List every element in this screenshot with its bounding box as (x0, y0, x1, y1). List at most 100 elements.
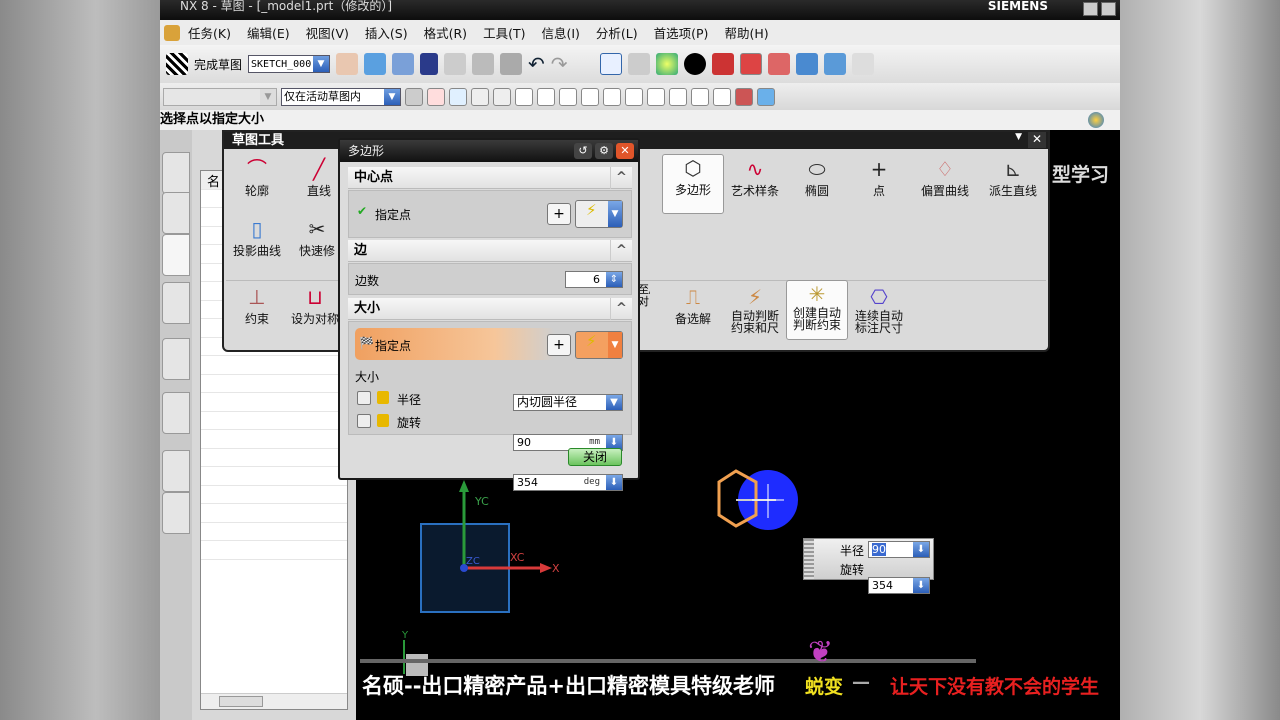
collapse-icon[interactable]: ^ (610, 240, 632, 262)
fit-view-icon[interactable] (599, 53, 622, 75)
type-filter-select[interactable]: ▼ (163, 87, 277, 106)
menu-help[interactable]: 帮助(H) (716, 23, 776, 42)
collapse-icon[interactable]: ^ (610, 167, 632, 189)
reattach-icon[interactable] (364, 53, 387, 75)
sketch-orient-icon[interactable] (336, 53, 359, 75)
finish-sketch-button[interactable]: 完成草图 (194, 56, 242, 73)
quadrant-icon[interactable] (669, 87, 687, 106)
tool-inferred-constraints-settings[interactable]: ⚡ 自动判断约束和尺 (724, 284, 786, 344)
app-menu-icon[interactable] (164, 24, 180, 41)
restore-button[interactable] (1101, 2, 1116, 16)
section-size[interactable]: 大小 ^ (348, 298, 632, 320)
save-icon[interactable] (420, 53, 439, 75)
section-center-point[interactable]: 中心点 ^ (348, 167, 632, 189)
tool-ellipse[interactable]: ⬭ 椭圆 (786, 156, 848, 216)
lasso-icon[interactable] (471, 87, 489, 106)
drag-handle[interactable] (804, 539, 814, 579)
select-icon[interactable] (449, 87, 467, 106)
tab-history[interactable] (162, 450, 190, 492)
point-on-curve-icon[interactable] (603, 87, 621, 106)
tool-profile[interactable]: ⌒ 轮廓 (226, 156, 288, 216)
graphics-window[interactable]: ❦ (356, 352, 1120, 720)
render-style-icon[interactable] (627, 53, 650, 75)
paste-icon[interactable] (500, 53, 523, 75)
control-point-icon[interactable] (537, 87, 555, 106)
tab-reuse-library[interactable] (162, 282, 190, 324)
wcs-icon[interactable] (795, 53, 818, 75)
tool-point[interactable]: + 点 (848, 156, 910, 216)
scope-filter-select[interactable]: 仅在活动草图内 ▼ (281, 87, 401, 106)
menu-edit[interactable]: 编辑(E) (239, 23, 298, 42)
tool-make-symmetric[interactable]: ⊔ 设为对称 (290, 284, 340, 344)
section-sides[interactable]: 边 ^ (348, 240, 632, 262)
reset-icon[interactable]: ↺ (574, 143, 592, 159)
wire-icon[interactable] (739, 53, 762, 75)
filter-icon[interactable] (405, 87, 423, 106)
cut-icon[interactable] (444, 53, 467, 75)
view-icon[interactable] (757, 87, 775, 106)
horizontal-scrollbar[interactable] (201, 693, 347, 709)
tool-offset-curve[interactable]: ♢ 偏置曲线 (910, 156, 980, 216)
scrollbar-thumb[interactable] (219, 696, 263, 707)
menu-insert[interactable]: 插入(S) (357, 23, 416, 42)
tool-polygon[interactable]: ⬡ 多边形 (662, 154, 724, 214)
menu-view[interactable]: 视图(V) (298, 23, 357, 42)
tab-part-navigator[interactable] (162, 234, 190, 276)
tool-constraints[interactable]: ⊥ 约束 (226, 284, 288, 344)
orient-view-icon[interactable] (683, 53, 706, 75)
minimize-button[interactable] (1083, 2, 1098, 16)
tab-roles[interactable] (162, 492, 190, 534)
redo-icon[interactable]: ↷ (551, 52, 568, 76)
sides-spinner[interactable]: 6 ⇕ (565, 271, 623, 288)
menu-analysis[interactable]: 分析(L) (588, 23, 646, 42)
menu-task[interactable]: 任务(K) (180, 23, 239, 42)
snap-all-icon[interactable] (515, 87, 533, 106)
close-icon[interactable]: ✕ (616, 143, 634, 159)
menu-format[interactable]: 格式(R) (416, 23, 475, 42)
measure-icon[interactable] (851, 53, 874, 75)
update-model-icon[interactable] (392, 53, 415, 75)
copy-icon[interactable] (472, 53, 495, 75)
close-icon[interactable]: ✕ (1028, 132, 1046, 148)
wcs-origin-icon[interactable] (823, 53, 846, 75)
tool-create-inferred-constraints[interactable]: ✳ 创建自动判断约束 (786, 280, 848, 340)
point-on-line-icon[interactable] (713, 87, 731, 106)
settings-gear-icon[interactable]: ⚙ (595, 143, 613, 159)
collapse-icon[interactable]: ^ (610, 298, 632, 320)
arrow-down-icon[interactable]: ⬇ (913, 542, 929, 557)
grid-icon[interactable] (735, 87, 753, 106)
menu-tools[interactable]: 工具(T) (475, 23, 533, 42)
point-dialog-button[interactable]: + (547, 203, 571, 225)
region-icon[interactable] (493, 87, 511, 106)
clip-icon[interactable] (767, 53, 790, 75)
palette-menu-icon[interactable]: ▼ (1015, 132, 1022, 142)
undo-icon[interactable]: ↶ (528, 52, 545, 76)
tab-constraint-navigator[interactable] (162, 192, 190, 234)
tab-hd3d[interactable] (162, 338, 190, 380)
finish-flag-icon[interactable] (166, 53, 188, 75)
mid-point-icon[interactable] (581, 87, 599, 106)
tool-alternate-solution[interactable]: ⎍ 备选解 (662, 284, 724, 344)
arc-center-icon[interactable] (647, 87, 665, 106)
dyn-radius-input[interactable]: 90 ⬇ (868, 541, 930, 558)
sketch-name-select[interactable]: SKETCH_000 ▼ (248, 55, 331, 73)
menu-preferences[interactable]: 首选项(P) (646, 23, 717, 42)
tool-derived-line[interactable]: ⊾ 派生直线 (982, 156, 1044, 216)
tab-assembly-navigator[interactable] (162, 152, 190, 194)
section-icon[interactable] (711, 53, 734, 75)
tool-quick-trim[interactable]: ✂ 快速修 (292, 216, 342, 276)
dyn-rotation-input[interactable]: 354 ⬇ (868, 577, 930, 594)
existing-point-icon[interactable] (691, 87, 709, 106)
intersection-icon[interactable] (625, 87, 643, 106)
menu-info[interactable]: 信息(I) (533, 23, 587, 42)
tool-studio-spline[interactable]: ∿ 艺术样条 (724, 156, 786, 216)
snap-point-icon[interactable] (427, 87, 445, 106)
shading-icon[interactable] (655, 53, 678, 75)
arrow-down-icon[interactable]: ⬇ (913, 578, 929, 593)
tool-continuous-auto-dimension[interactable]: ⎔ 连续自动标注尺寸 (848, 284, 910, 344)
spinner-icon[interactable]: ⇕ (606, 272, 622, 287)
inferred-point-select[interactable]: ⚡ ▼ (575, 200, 623, 228)
end-point-icon[interactable] (559, 87, 577, 106)
tab-web-browser[interactable] (162, 392, 190, 434)
tool-project-curve[interactable]: ▯ 投影曲线 (226, 216, 288, 276)
